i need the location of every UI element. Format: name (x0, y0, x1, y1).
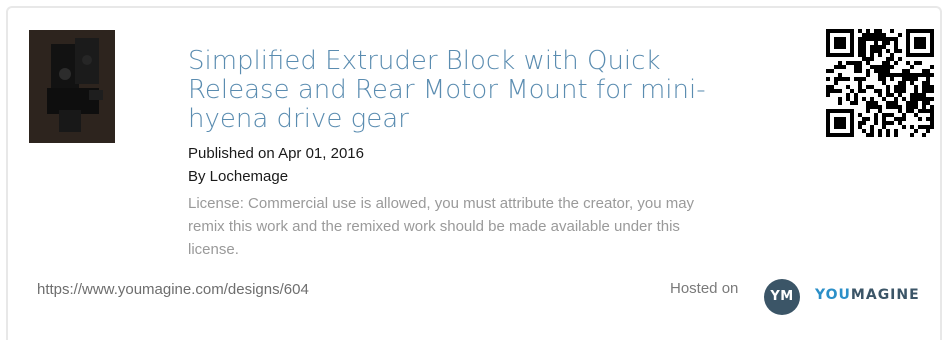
author-name: By Lochemage (188, 168, 289, 185)
design-thumbnail[interactable] (29, 30, 115, 143)
extruder-block-image (29, 30, 115, 143)
youmagine-wordmark[interactable]: YOUMAGINE (815, 287, 920, 303)
brand-part-you: YOU (815, 287, 851, 303)
youmagine-logo-icon[interactable]: YM (764, 279, 800, 315)
license-text: License: Commercial use is allowed, you … (188, 195, 695, 258)
design-title[interactable]: Simplified Extruder Block with Quick Rel… (188, 47, 708, 134)
qr-code-icon (826, 29, 934, 137)
brand-part-magine: MAGINE (850, 287, 920, 303)
published-date: Published on Apr 01, 2016 (188, 145, 364, 162)
hosted-on-label: Hosted on (670, 280, 739, 297)
design-url-link[interactable]: https://www.youmagine.com/designs/604 (37, 281, 309, 298)
